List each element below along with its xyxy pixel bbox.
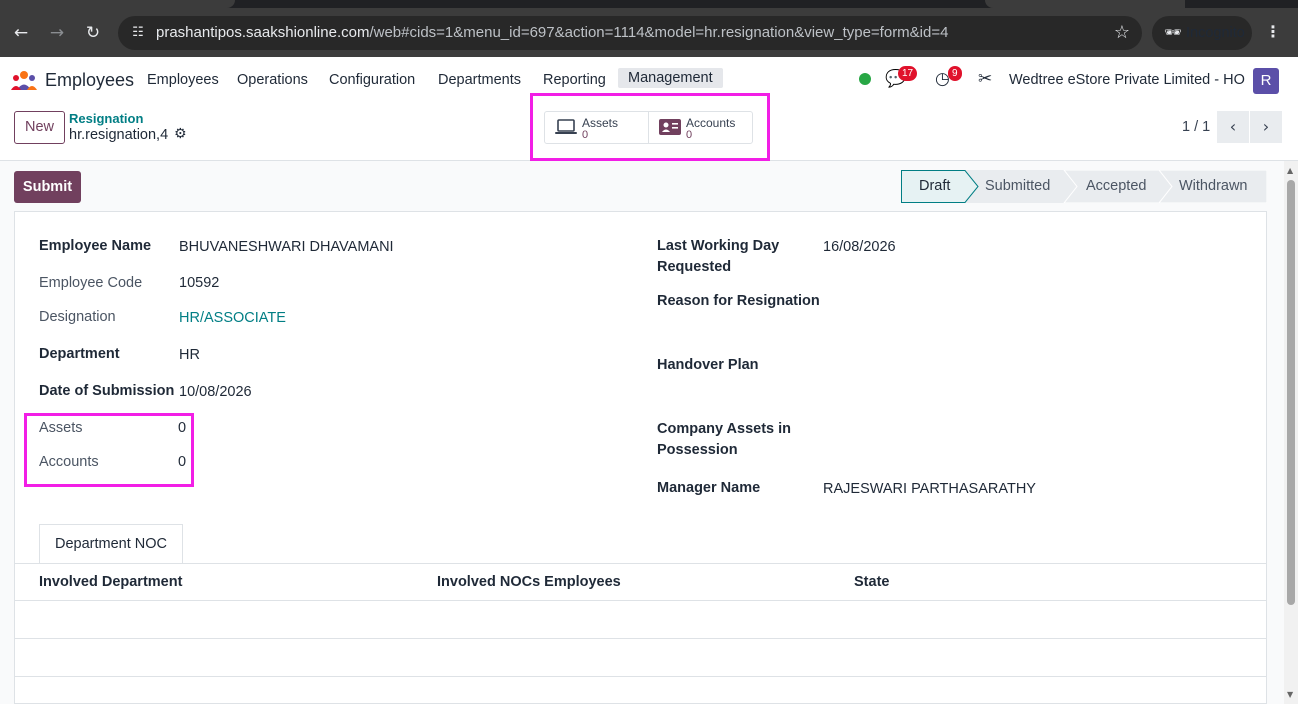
browser-tab[interactable]	[0, 0, 235, 8]
user-avatar[interactable]: R	[1253, 68, 1279, 94]
company-assets-label-line2: Possession	[657, 442, 738, 458]
gear-icon[interactable]: ⚙	[174, 126, 187, 142]
incognito-icon: 🕶	[1164, 25, 1182, 41]
url-path: /web#cids=1&menu_id=697&action=1114&mode…	[369, 24, 949, 41]
table-row[interactable]	[15, 601, 1266, 639]
pager-value[interactable]: 1 / 1	[1182, 119, 1210, 135]
table-row[interactable]	[15, 639, 1266, 677]
address-bar[interactable]: ☷ prashantipos.saakshionline.com/web#cid…	[118, 16, 1142, 50]
employee-name-value[interactable]: BHUVANESHWARI DHAVAMANI	[179, 239, 394, 255]
employees-app-icon[interactable]	[11, 70, 37, 90]
online-status-icon	[859, 73, 871, 85]
back-arrow-icon[interactable]: ←	[10, 22, 32, 44]
url-text[interactable]: prashantipos.saakshionline.com/web#cids=…	[156, 24, 948, 41]
browser-tab-secondary[interactable]	[985, 0, 1185, 8]
status-withdrawn[interactable]: Withdrawn	[1179, 178, 1248, 194]
browser-toolbar: ← → ↻ ☷ prashantipos.saakshionline.com/w…	[0, 0, 1298, 57]
breadcrumb-parent[interactable]: Resignation	[69, 111, 143, 126]
designation-label: Designation	[39, 309, 116, 325]
column-involved-department[interactable]: Involved Department	[39, 574, 182, 590]
status-submitted[interactable]: Submitted	[985, 178, 1050, 194]
incognito-label: Incognito	[1186, 25, 1245, 41]
scroll-up-icon[interactable]: ▲	[1287, 166, 1293, 175]
menu-management[interactable]: Management	[618, 68, 723, 88]
debug-tools-icon[interactable]: ✂	[978, 69, 992, 89]
submit-button[interactable]: Submit	[14, 171, 81, 203]
scrollbar-thumb[interactable]	[1287, 180, 1295, 605]
menu-operations[interactable]: Operations	[237, 72, 308, 88]
employee-code-label: Employee Code	[39, 275, 143, 291]
messages-badge: 17	[898, 66, 918, 81]
designation-link[interactable]: HR/ASSOCIATE	[179, 310, 286, 326]
reason-for-resignation-label: Reason for Resignation	[657, 293, 820, 309]
scroll-down-icon[interactable]: ▼	[1287, 690, 1293, 699]
column-involved-nocs-employees[interactable]: Involved NOCs Employees	[437, 574, 621, 590]
incognito-chip[interactable]: 🕶 Incognito	[1152, 16, 1252, 50]
menu-departments[interactable]: Departments	[438, 72, 521, 88]
manager-name-value[interactable]: RAJESWARI PARTHASARATHY	[823, 481, 1036, 497]
manager-name-label: Manager Name	[657, 480, 761, 496]
status-bar: Draft Submitted Accepted Withdrawn	[901, 170, 1267, 203]
app-name[interactable]: Employees	[45, 70, 134, 91]
activities-badge: 9	[948, 66, 962, 81]
new-button[interactable]: New	[14, 111, 65, 144]
tab-department-noc[interactable]: Department NOC	[39, 524, 183, 564]
bookmark-star-icon[interactable]: ☆	[1114, 22, 1130, 43]
breadcrumb-current: hr.resignation,4	[69, 127, 169, 143]
column-state[interactable]: State	[854, 574, 889, 590]
last-working-day-value[interactable]: 16/08/2026	[823, 239, 896, 255]
pager-next-icon[interactable]: ›	[1250, 111, 1282, 143]
forward-arrow-icon[interactable]: →	[46, 22, 68, 44]
last-working-day-label-line2: Requested	[657, 259, 732, 275]
annotation-highlight-smart-buttons	[530, 93, 770, 161]
department-label: Department	[39, 346, 120, 362]
department-value[interactable]: HR	[179, 347, 200, 363]
noc-table-header: Involved Department Involved NOCs Employ…	[15, 563, 1266, 601]
company-assets-label-line1: Company Assets in	[657, 421, 792, 437]
site-settings-icon[interactable]: ☷	[128, 23, 148, 43]
browser-menu-icon[interactable]: ⋮	[1265, 22, 1281, 41]
menu-employees[interactable]: Employees	[147, 72, 219, 88]
menu-configuration[interactable]: Configuration	[329, 72, 415, 88]
url-host: prashantipos.saakshionline.com	[156, 24, 370, 41]
status-accepted[interactable]: Accepted	[1086, 178, 1146, 194]
date-of-submission-value[interactable]: 10/08/2026	[179, 384, 252, 400]
annotation-highlight-assets-accounts	[24, 413, 194, 487]
last-working-day-label-line1: Last Working Day	[657, 238, 780, 254]
status-draft[interactable]: Draft	[919, 178, 950, 194]
pager-previous-icon[interactable]: ‹	[1217, 111, 1249, 143]
reload-icon[interactable]: ↻	[82, 22, 104, 44]
employee-name-label: Employee Name	[39, 238, 152, 254]
employee-code-value[interactable]: 10592	[179, 275, 219, 291]
company-switcher[interactable]: Wedtree eStore Private Limited - HO	[1009, 72, 1245, 88]
handover-plan-label: Handover Plan	[657, 357, 759, 373]
date-of-submission-label: Date of Submission	[39, 383, 175, 399]
menu-reporting[interactable]: Reporting	[543, 72, 606, 88]
